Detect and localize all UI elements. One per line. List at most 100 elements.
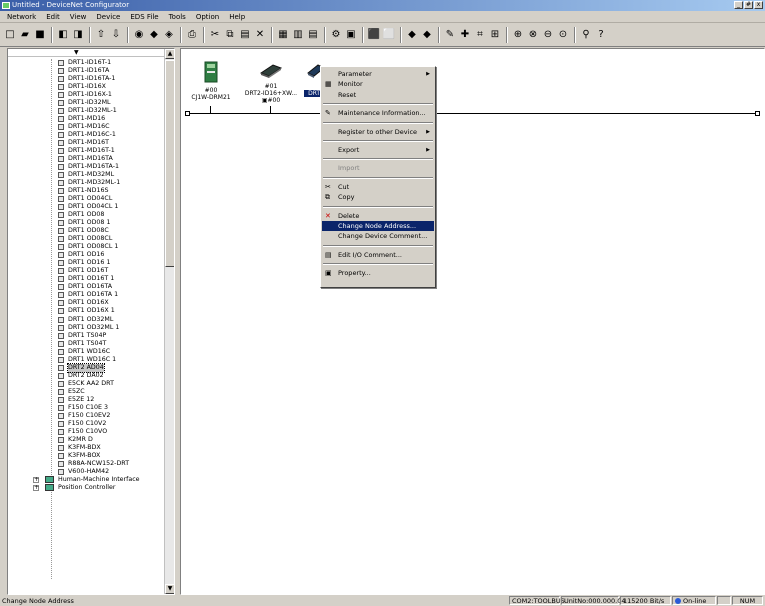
disconnect-icon[interactable]: ◈ [162, 28, 176, 42]
menu-eds-file[interactable]: EDS File [125, 11, 163, 22]
online-icon[interactable]: ◧ [56, 28, 70, 42]
expand-icon[interactable]: + [33, 484, 39, 491]
ctx-cut[interactable]: ✂ Cut [322, 182, 434, 192]
tree-item[interactable]: DRT1-ID16X-1 [8, 91, 164, 99]
tree-item[interactable]: E5ZE 12 [8, 396, 164, 404]
eds-install-icon[interactable]: ⊕ [511, 28, 525, 42]
ctx-property[interactable]: ▣ Property... [322, 268, 434, 278]
tree-item[interactable]: DRT1 OD08 1 [8, 219, 164, 227]
tree-item[interactable]: E5CK AA2 DRT [8, 380, 164, 388]
ctx-delete[interactable]: ✕ Delete [322, 211, 434, 221]
tree-item[interactable]: DRT1-ID32ML-1 [8, 107, 164, 115]
write-icon[interactable]: ⬜ [382, 28, 396, 42]
ctx-monitor[interactable]: ▦ Monitor [322, 79, 434, 89]
scroll-down-button[interactable]: ▼ [165, 584, 174, 594]
tree-item[interactable]: DRT1 OD16TA [8, 283, 164, 291]
tree-item[interactable]: DRT1-MD16TA-1 [8, 163, 164, 171]
tree-item[interactable]: DRT1-ND16S [8, 187, 164, 195]
tree-item[interactable]: DRT1 OD08C [8, 227, 164, 235]
tree-item[interactable]: DRT1-ID16T-1 [8, 59, 164, 67]
chevron-down-icon[interactable]: ▼ [74, 50, 79, 56]
ctx-maintenance-information[interactable]: ✎ Maintenance Information... [322, 108, 434, 118]
tree-item[interactable]: F150 C10E 3 [8, 404, 164, 412]
tree-item[interactable]: DRT1 OD08 [8, 211, 164, 219]
menu-edit[interactable]: Edit [41, 11, 65, 22]
tree-item[interactable]: DRT1 TS04T [8, 340, 164, 348]
tree-item[interactable]: DRT1 OD16T [8, 267, 164, 275]
tree-item[interactable]: DRT1 WD16C 1 [8, 356, 164, 364]
new-icon[interactable]: □ [3, 28, 17, 42]
tree-scrollbar[interactable]: ▲ ▼ [164, 49, 174, 594]
tree-item[interactable]: DRT1-ID16TA-1 [8, 75, 164, 83]
tree-item[interactable]: DRT1-ID16X [8, 83, 164, 91]
tree-item[interactable]: R88A-NCW152-DRT [8, 460, 164, 468]
close-button[interactable]: x [754, 1, 763, 9]
tree-item[interactable]: DRT2 DA02 [8, 372, 164, 380]
parameter-icon[interactable]: ▣ [344, 28, 358, 42]
tree-item[interactable]: K3FM-BOX [8, 452, 164, 460]
tree-item[interactable]: DRT2 AD04 [8, 362, 164, 373]
ctx-reset[interactable]: Reset [322, 90, 434, 100]
tree-group[interactable]: + Human-Machine Interface [8, 476, 164, 484]
monitor-icon[interactable]: ◉ [132, 28, 146, 42]
tree-item[interactable]: E5ZC [8, 388, 164, 396]
paste-icon[interactable]: ▤ [238, 28, 252, 42]
properties-icon[interactable]: ⚙ [329, 28, 343, 42]
tree-item[interactable]: DRT1-ID32ML [8, 99, 164, 107]
ctx-register-to-other-device[interactable]: Register to other Device ▶ [322, 127, 434, 137]
tree-item[interactable]: DRT1-MD16C [8, 123, 164, 131]
large-icons-icon[interactable]: ▦ [276, 28, 290, 42]
tree-item[interactable]: K2MR D [8, 436, 164, 444]
maximize-button[interactable]: # [744, 1, 753, 9]
ctx-import[interactable]: Import [322, 163, 434, 173]
download-icon[interactable]: ⇩ [109, 28, 123, 42]
ctx-change-node-address[interactable]: Change Node Address... [322, 220, 434, 232]
tree-item[interactable]: F150 C10EV2 [8, 412, 164, 420]
tree-item[interactable]: DRT1 OD08CL 1 [8, 243, 164, 251]
tree-item[interactable]: DRT1 OD08CL [8, 235, 164, 243]
tree-item[interactable]: F150 C10V2 [8, 420, 164, 428]
tree-item[interactable]: DRT1 OD04CL [8, 195, 164, 203]
maintenance-icon[interactable]: ✎ [443, 28, 457, 42]
tree-item[interactable]: DRT1 OD32ML [8, 316, 164, 324]
tree-item[interactable]: DRT1-MD16T-1 [8, 147, 164, 155]
tree-item[interactable]: DRT1-MD32ML [8, 171, 164, 179]
list-icon[interactable]: ▤ [306, 28, 320, 42]
tree-item[interactable]: DRT1 OD32ML 1 [8, 324, 164, 332]
ctx-parameter[interactable]: Parameter ▶ [322, 69, 434, 79]
down-icon[interactable]: ◆ [420, 28, 434, 42]
tree-item[interactable]: DRT1-MD16 [8, 115, 164, 123]
tree-item[interactable]: DRT1 OD16X [8, 299, 164, 307]
menu-view[interactable]: View [65, 11, 92, 22]
connect-icon[interactable]: ◆ [147, 28, 161, 42]
tree-item[interactable]: DRT1 WD16C [8, 348, 164, 356]
tree-item[interactable]: DRT1 OD16 [8, 251, 164, 259]
tree-item[interactable]: DRT1 OD16T 1 [8, 275, 164, 283]
menu-tools[interactable]: Tools [164, 11, 191, 22]
eds-delete-icon[interactable]: ⊖ [541, 28, 555, 42]
scroll-thumb[interactable] [165, 60, 174, 267]
tree-item[interactable]: DRT1-MD16C-1 [8, 131, 164, 139]
menu-network[interactable]: Network [2, 11, 41, 22]
tree-item[interactable]: F150 C10VO [8, 428, 164, 436]
node-00[interactable]: #00 CJ1W-DRM21 [187, 61, 235, 101]
delete-icon[interactable]: ✕ [253, 28, 267, 42]
ctx-change-device-comment[interactable]: Change Device Comment... [322, 231, 434, 241]
upload-icon[interactable]: ⇧ [94, 28, 108, 42]
tree-group[interactable]: + Position Controller [8, 484, 164, 492]
tree-combo[interactable]: ▼ [8, 49, 174, 57]
copy-icon[interactable]: ⧉ [223, 28, 237, 42]
up-icon[interactable]: ◆ [405, 28, 419, 42]
menu-option[interactable]: Option [191, 11, 224, 22]
print-icon[interactable]: ⎙ [185, 28, 199, 42]
menu-help[interactable]: Help [224, 11, 250, 22]
save-icon[interactable]: ■ [33, 28, 47, 42]
find-icon[interactable]: ⚲ [579, 28, 593, 42]
network-config-icon[interactable]: ⌗ [473, 28, 487, 42]
tree-item[interactable]: DRT1 OD16TA 1 [8, 291, 164, 299]
ctx-export[interactable]: Export ▶ [322, 145, 434, 155]
read-icon[interactable]: ⬛ [367, 28, 381, 42]
minimize-button[interactable]: _ [734, 1, 743, 9]
tree-item[interactable]: DRT1-MD16TA [8, 155, 164, 163]
master-param-icon[interactable]: ⊞ [488, 28, 502, 42]
